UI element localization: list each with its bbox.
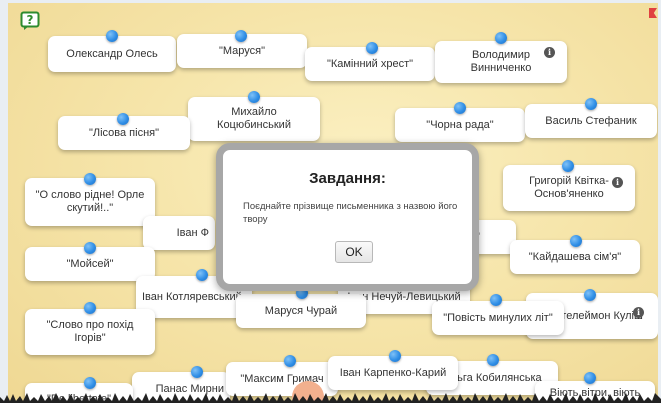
pin-icon[interactable] [570, 235, 582, 247]
pin-icon[interactable] [562, 160, 574, 172]
info-icon[interactable]: i [612, 177, 623, 188]
pin-icon[interactable] [585, 98, 597, 110]
pin-icon[interactable] [84, 173, 96, 185]
pin-icon[interactable] [454, 102, 466, 114]
card-o-slovo[interactable]: "О слово рідне! Орле скутий!.." [25, 178, 155, 226]
pin-icon[interactable] [84, 302, 96, 314]
card-kotsiubynskyi[interactable]: Михайло Коцюбинський [188, 97, 320, 141]
pin-icon[interactable] [495, 32, 507, 44]
pin-icon[interactable] [235, 30, 247, 42]
dialog-text: Поєднайте прізвище письменника з назвою … [243, 201, 458, 225]
pin-icon[interactable] [487, 354, 499, 366]
pin-icon[interactable] [117, 113, 129, 125]
pin-icon[interactable] [106, 30, 118, 42]
pin-icon[interactable] [84, 242, 96, 254]
pin-icon[interactable] [196, 269, 208, 281]
pin-icon[interactable] [584, 289, 596, 301]
pin-icon[interactable] [389, 350, 401, 362]
pin-icon[interactable] [366, 42, 378, 54]
pin-icon[interactable] [284, 355, 296, 367]
grass-decoration [0, 393, 661, 403]
game-board: ? Олександр Олесь "Маруся" "Камінний хре… [8, 3, 658, 403]
card-ivan-f[interactable]: Іван Ф [143, 216, 215, 250]
info-icon[interactable]: i [633, 307, 644, 318]
ok-button[interactable]: OK [335, 241, 373, 263]
svg-text:?: ? [27, 13, 34, 27]
help-icon[interactable]: ? [20, 11, 40, 31]
pin-icon[interactable] [584, 372, 596, 384]
card-slovo-pokhid[interactable]: "Слово про похід Ігорів" [25, 309, 155, 355]
pin-icon[interactable] [191, 366, 203, 378]
task-dialog: Завдання: Поєднайте прізвище письменника… [216, 143, 479, 291]
card-nechui[interactable]: Маруся Чурай [236, 294, 366, 328]
pin-icon[interactable] [248, 91, 260, 103]
pin-icon[interactable] [490, 294, 502, 306]
dialog-title: Завдання: [309, 170, 386, 187]
info-icon[interactable]: i [544, 47, 555, 58]
card-povist[interactable]: "Повість минулих літ" [432, 301, 564, 335]
